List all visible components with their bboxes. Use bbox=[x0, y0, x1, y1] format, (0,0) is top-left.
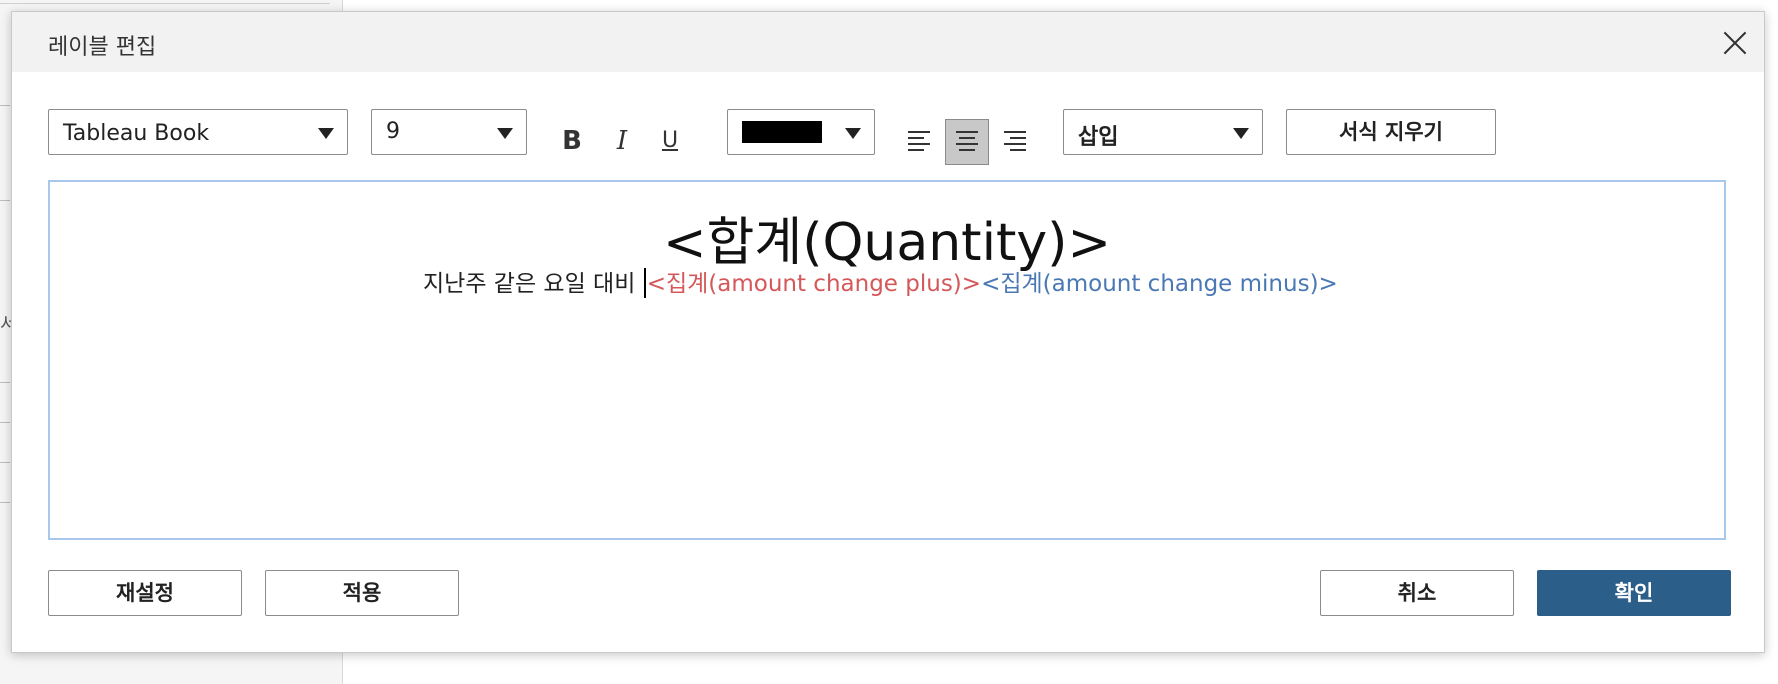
edit-label-dialog: 레이블 편집 Tableau Book 9 B I U 삽입 서식 지우기 <합… bbox=[11, 11, 1765, 653]
clear-format-button[interactable]: 서식 지우기 bbox=[1286, 109, 1496, 155]
dropdown-arrow-icon bbox=[845, 128, 861, 139]
editor-text-plain: 지난주 같은 요일 대비 bbox=[423, 271, 643, 297]
panel-divider bbox=[0, 382, 10, 383]
font-size-select[interactable]: 9 bbox=[371, 109, 527, 155]
dropdown-arrow-icon bbox=[1233, 128, 1249, 139]
label-text-editor[interactable]: <합계(Quantity)> 지난주 같은 요일 대비 <집계(amount c… bbox=[48, 180, 1726, 540]
reset-button[interactable]: 재설정 bbox=[48, 570, 242, 616]
align-center-button[interactable] bbox=[945, 119, 989, 165]
insert-label: 삽입 bbox=[1078, 125, 1119, 150]
editor-field-change-minus: <집계(amount change minus)> bbox=[981, 271, 1338, 297]
panel-divider bbox=[0, 200, 10, 201]
color-swatch bbox=[742, 121, 822, 143]
italic-button[interactable]: I bbox=[604, 119, 640, 163]
apply-button[interactable]: 적용 bbox=[265, 570, 459, 616]
cancel-button[interactable]: 취소 bbox=[1320, 570, 1514, 616]
insert-select[interactable]: 삽입 bbox=[1063, 109, 1263, 155]
align-right-button[interactable] bbox=[993, 119, 1037, 165]
panel-divider bbox=[0, 462, 10, 463]
text-cursor bbox=[643, 268, 646, 298]
panel-divider bbox=[0, 105, 10, 106]
editor-line-change: 지난주 같은 요일 대비 <집계(amount change plus)><집계… bbox=[423, 264, 1338, 298]
panel-divider bbox=[0, 422, 10, 423]
editor-field-change-plus: <집계(amount change plus)> bbox=[646, 271, 982, 297]
background-topline bbox=[0, 0, 330, 4]
dropdown-arrow-icon bbox=[497, 128, 513, 139]
underline-button[interactable]: U bbox=[652, 119, 688, 163]
align-left-button[interactable] bbox=[897, 119, 941, 165]
dialog-titlebar: 레이블 편집 bbox=[12, 12, 1764, 72]
font-family-select[interactable]: Tableau Book bbox=[48, 109, 348, 155]
text-color-select[interactable] bbox=[727, 109, 875, 155]
font-size-value: 9 bbox=[386, 119, 400, 144]
ok-button[interactable]: 확인 bbox=[1537, 570, 1731, 616]
panel-divider bbox=[0, 502, 10, 503]
bold-button[interactable]: B bbox=[554, 119, 590, 163]
dialog-title: 레이블 편집 bbox=[48, 35, 157, 60]
dropdown-arrow-icon bbox=[318, 128, 334, 139]
close-icon[interactable] bbox=[1718, 26, 1752, 60]
font-family-value: Tableau Book bbox=[63, 121, 210, 146]
